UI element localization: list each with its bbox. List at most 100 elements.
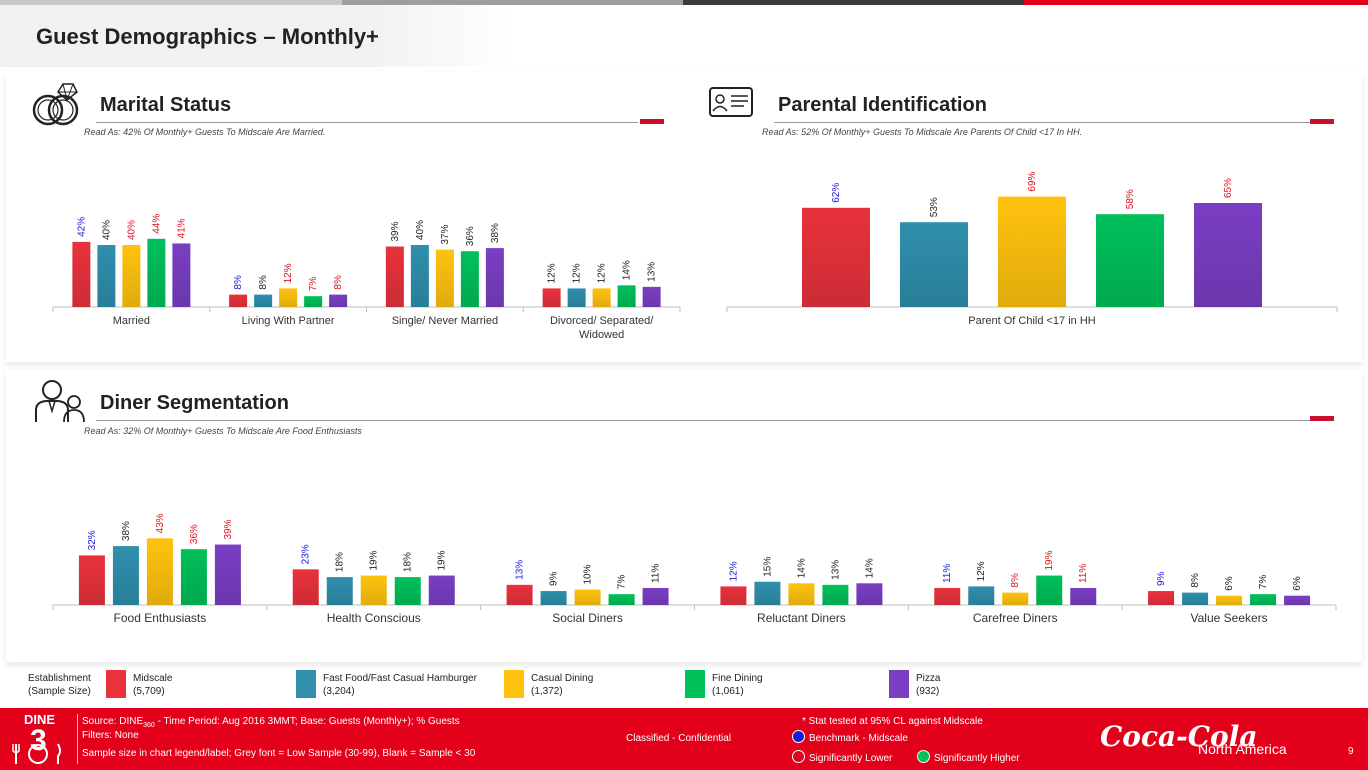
bar-fine — [180, 549, 207, 605]
value-label: 8% — [1010, 573, 1021, 588]
value-label: 43% — [155, 513, 166, 533]
footer-stat-note: * Stat tested at 95% CL against Midscale — [802, 716, 983, 727]
legend-label: Fast Food/Fast Casual Hamburger — [323, 673, 477, 684]
footer-benchmark: Benchmark - Midscale — [792, 730, 908, 744]
category-label: Reluctant Diners — [757, 611, 846, 625]
legend-label: Casual Dining — [531, 673, 594, 684]
bar-fast_food — [1182, 592, 1209, 605]
footer-sig-lower: Significantly Lower — [792, 750, 892, 764]
bar-midscale — [934, 587, 961, 605]
bar-fast_food — [754, 581, 781, 605]
bar-fine — [1250, 594, 1277, 605]
bar-pizza — [856, 583, 883, 605]
value-label: 6% — [1292, 576, 1303, 591]
value-label: 12% — [976, 561, 987, 581]
footer-source-prefix: Source: DINE — [82, 716, 144, 727]
value-label: 13% — [830, 560, 841, 580]
bar-fine — [394, 577, 421, 605]
north-america-label: North America — [1198, 741, 1287, 757]
value-label: 19% — [437, 550, 448, 570]
value-label: 8% — [1190, 573, 1201, 588]
legend-swatch — [685, 670, 705, 698]
value-label: 11% — [942, 564, 953, 583]
legend-label: Midscale — [133, 673, 173, 684]
value-label: 32% — [87, 530, 98, 550]
legend-establishment-line1: Establishment — [28, 673, 91, 684]
bar-pizza — [214, 544, 241, 605]
legend-label: Fine Dining — [712, 673, 763, 684]
footer-sig-lower-label: Significantly Lower — [809, 753, 893, 764]
footer-sig-higher-label: Significantly Higher — [934, 753, 1020, 764]
significantly-higher-icon — [917, 750, 930, 763]
value-label: 19% — [369, 550, 380, 570]
significantly-lower-icon — [792, 750, 805, 763]
bar-fast_food — [540, 591, 567, 605]
footer-source-rest: - Time Period: Aug 2016 3MMT; Base: Gues… — [154, 716, 460, 727]
bar-fine — [1036, 575, 1063, 605]
legend-sample: (1,372) — [531, 686, 563, 697]
value-label: 7% — [1258, 575, 1269, 590]
value-label: 36% — [189, 524, 200, 544]
bar-casual — [360, 575, 387, 605]
value-label: 6% — [1224, 576, 1235, 591]
legend-swatch — [296, 670, 316, 698]
legend-establishment-label: Establishment (Sample Size) — [28, 672, 91, 698]
bar-casual — [574, 589, 601, 605]
bar-casual — [146, 538, 173, 605]
value-label: 18% — [335, 552, 346, 572]
value-label: 9% — [1156, 571, 1167, 586]
bar-casual — [1216, 595, 1243, 605]
diner-plot: Food Enthusiasts 32% 38% 43% 36% 39% Health Co… — [52, 513, 1337, 625]
value-label: 23% — [301, 544, 312, 564]
bar-pizza — [428, 575, 455, 605]
legend: Establishment (Sample Size) Midscale (5,7… — [0, 670, 1368, 706]
legend-establishment-line2: (Sample Size) — [28, 686, 91, 697]
category-label: Food Enthusiasts — [114, 611, 207, 625]
value-label: 14% — [796, 558, 807, 578]
footer-source: Source: DINE360 - Time Period: Aug 2016 … — [82, 716, 460, 729]
bar-pizza — [642, 587, 669, 605]
footer-filters: Filters: None — [82, 730, 139, 741]
value-label: 12% — [728, 561, 739, 581]
category-label: Social Diners — [552, 611, 623, 625]
footer-sig-higher: Significantly Higher — [917, 750, 1020, 764]
bar-midscale — [1148, 591, 1175, 605]
value-label: 19% — [1044, 550, 1055, 570]
value-label: 11% — [651, 564, 662, 583]
bar-casual — [1002, 592, 1029, 605]
value-label: 39% — [223, 519, 234, 539]
bar-midscale — [720, 586, 747, 605]
diner-segmentation-chart: Food Enthusiasts 32% 38% 43% 36% 39% Health Co… — [52, 513, 1337, 625]
value-label: 7% — [617, 575, 628, 590]
bar-pizza — [1070, 587, 1097, 605]
bar-midscale — [292, 569, 319, 605]
footer-classification: Classified - Confidential — [626, 733, 732, 744]
bar-fast_food — [968, 586, 995, 605]
value-label: 15% — [762, 557, 773, 577]
bar-fine — [822, 584, 849, 605]
legend-swatch — [889, 670, 909, 698]
bar-fine — [608, 594, 635, 605]
legend-sample: (3,204) — [323, 686, 355, 697]
legend-swatch — [504, 670, 524, 698]
value-label: 18% — [403, 552, 414, 572]
value-label: 38% — [121, 521, 132, 541]
footer-bar: DINE 3 Source: DINE360 - Time Period: Au… — [0, 708, 1368, 770]
category-label: Health Conscious — [327, 611, 421, 625]
footer-source-sub: 360 — [143, 722, 155, 729]
value-label: 9% — [549, 571, 560, 586]
legend-sample: (5,709) — [133, 686, 165, 697]
legend-sample: (932) — [916, 686, 940, 697]
bar-pizza — [1284, 595, 1311, 605]
benchmark-dot-icon — [792, 730, 805, 743]
value-label: 13% — [515, 560, 526, 580]
footer-benchmark-label: Benchmark - Midscale — [809, 733, 908, 744]
category-label: Carefree Diners — [973, 611, 1058, 625]
bar-casual — [788, 583, 815, 605]
bar-midscale — [506, 584, 533, 605]
value-label: 10% — [583, 564, 594, 584]
value-label: 11% — [1078, 564, 1089, 583]
legend-swatch — [106, 670, 126, 698]
legend-sample: (1,061) — [712, 686, 744, 697]
value-label: 14% — [864, 558, 875, 578]
